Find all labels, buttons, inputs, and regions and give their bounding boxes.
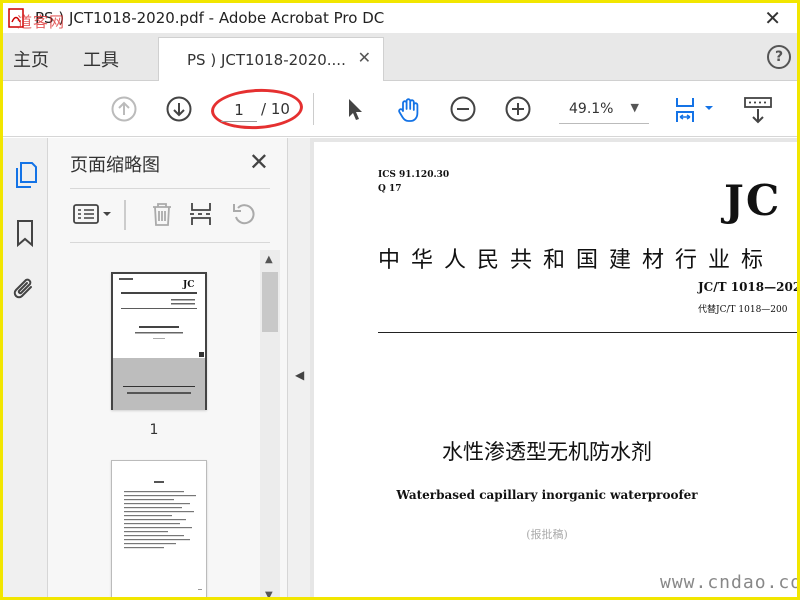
- window-title: PS ) JCT1018-2020.pdf - Adobe Acrobat Pr…: [35, 9, 385, 27]
- page-preview: [124, 481, 202, 590]
- document-viewer[interactable]: ICS 91.120.30 Q 17 JC 中华人民共和国建材行业标 JC/T …: [310, 138, 797, 597]
- arrow-down-icon: [166, 96, 192, 122]
- watermark-logo: 道客网: [17, 13, 66, 31]
- options-menu-button[interactable]: [72, 200, 116, 228]
- thumbnails-scrollbar[interactable]: ▲ ▼: [260, 250, 280, 597]
- zoom-out-icon: [450, 96, 476, 122]
- zoom-out-button[interactable]: [450, 96, 476, 122]
- toolbar-divider: [313, 93, 314, 125]
- bookmark-icon[interactable]: [12, 218, 38, 248]
- toolbar-divider: [124, 200, 126, 230]
- doc-rule-line: [378, 332, 797, 333]
- acrobat-window: 道客网 PS ) JCT1018-2020.pdf - Adobe Acroba…: [3, 3, 797, 597]
- doc-q-code: Q 17: [378, 184, 402, 194]
- doc-draft-note: (报批稿): [526, 528, 568, 541]
- hand-icon: [398, 98, 419, 122]
- select-tool-button[interactable]: [341, 96, 367, 122]
- fit-page-button[interactable]: [673, 96, 719, 122]
- zoom-in-button[interactable]: [505, 96, 531, 122]
- trash-icon: [153, 203, 171, 226]
- thumbnails-list: JC 1: [48, 250, 260, 597]
- previous-page-button[interactable]: [111, 96, 137, 122]
- chevron-down-icon: ▼: [630, 101, 639, 114]
- page-navigator: / 10: [221, 98, 295, 122]
- svg-text:JC: JC: [182, 280, 194, 290]
- attachment-icon[interactable]: [12, 274, 38, 304]
- hand-tool-button[interactable]: [395, 96, 421, 122]
- tab-tools[interactable]: 工具: [83, 46, 119, 72]
- insert-page-button[interactable]: [188, 200, 216, 228]
- zoom-value: 49.1%: [569, 101, 614, 117]
- tab-home[interactable]: 主页: [13, 46, 49, 72]
- page-total: / 10: [261, 100, 290, 118]
- panel-collapse-strip[interactable]: ◀: [288, 138, 310, 597]
- doc-standard-code: JC/T 1018—2020: [698, 280, 797, 294]
- panel-toolbar: [70, 198, 290, 232]
- divider: [70, 242, 270, 243]
- rotate-page-button[interactable]: [230, 200, 258, 228]
- tab-close-button[interactable]: ✕: [358, 48, 371, 67]
- collapse-left-icon[interactable]: ◀: [295, 368, 304, 382]
- page-thumbnail-1[interactable]: JC: [111, 272, 207, 410]
- title-bar: 道客网 PS ) JCT1018-2020.pdf - Adobe Acroba…: [3, 3, 797, 33]
- doc-main-title-en: Waterbased capillary inorganic waterproo…: [396, 488, 698, 502]
- doc-ics-code: ICS 91.120.30: [378, 170, 450, 180]
- thumbnail-visible-area-overlay: [113, 358, 205, 410]
- page-thumbnails-icon[interactable]: [12, 160, 38, 190]
- thumbnail-page-number: 1: [149, 422, 159, 438]
- zoom-level-dropdown[interactable]: 49.1% ▼: [559, 96, 649, 124]
- panel-title: 页面缩略图: [70, 155, 160, 176]
- tab-document-label: PS ) JCT1018-2020....: [187, 50, 346, 69]
- window-close-button[interactable]: ✕: [764, 6, 781, 30]
- divider: [70, 188, 270, 189]
- tab-bar: 主页 工具 PS ) JCT1018-2020.... ✕ ?: [3, 33, 797, 81]
- rotate-icon: [233, 204, 255, 225]
- page-number-input[interactable]: [221, 98, 257, 122]
- next-page-button[interactable]: [166, 96, 192, 122]
- document-page: ICS 91.120.30 Q 17 JC 中华人民共和国建材行业标 JC/T …: [314, 142, 797, 597]
- scroll-down-arrow-icon[interactable]: ▼: [265, 590, 273, 597]
- arrow-up-icon: [111, 96, 137, 122]
- fit-width-icon: [676, 98, 713, 122]
- doc-main-title-cn: 水性渗透型无机防水剂: [442, 440, 652, 464]
- doc-standard-title: 中华人民共和国建材行业标: [378, 248, 775, 273]
- main-toolbar: / 10 49.1% ▼: [3, 81, 797, 137]
- insert-pages-icon: [190, 203, 211, 225]
- site-watermark: www.cndao.com: [660, 572, 797, 593]
- scroll-mode-button[interactable]: [743, 96, 773, 124]
- keyboard-scroll-icon: [744, 97, 772, 124]
- page-thumbnail-2[interactable]: [111, 460, 207, 597]
- left-navigation-rail: [3, 138, 48, 597]
- tab-document[interactable]: PS ) JCT1018-2020.... ✕: [158, 37, 384, 81]
- zoom-in-icon: [505, 96, 531, 122]
- scrollbar-thumb[interactable]: [262, 272, 278, 332]
- doc-jc-logo: JC: [724, 176, 782, 225]
- delete-page-button[interactable]: [148, 200, 176, 228]
- panel-close-button[interactable]: ✕: [249, 148, 269, 176]
- page-preview: JC: [119, 278, 204, 357]
- cursor-arrow-icon: [349, 99, 362, 120]
- list-options-icon: [73, 204, 111, 224]
- scroll-up-arrow-icon[interactable]: ▲: [265, 254, 273, 265]
- page-thumbnails-panel: 页面缩略图 ✕ JC 1 ▲ ▼: [48, 138, 288, 597]
- help-icon[interactable]: ?: [767, 45, 791, 69]
- doc-replaces-code: 代替JC/T 1018—200: [698, 305, 788, 315]
